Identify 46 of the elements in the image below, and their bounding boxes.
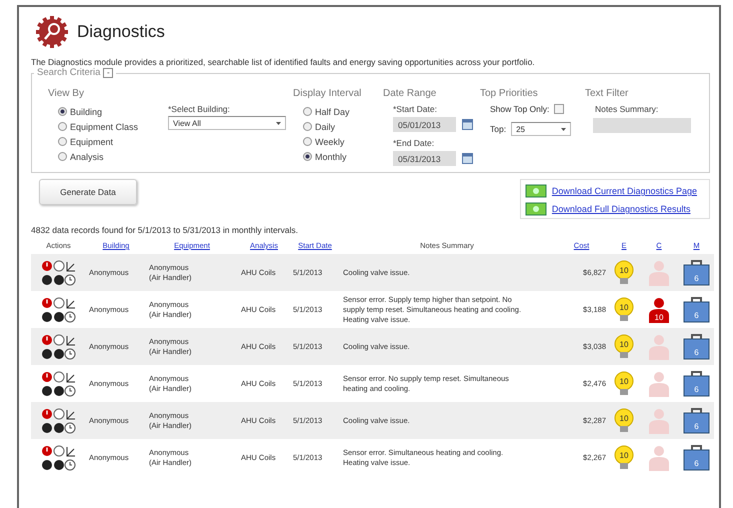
action-icons-drawing[interactable] <box>40 370 76 398</box>
money-icon <box>524 184 547 198</box>
date-field[interactable]: 05/31/2013 <box>393 151 456 166</box>
calendar-icon[interactable] <box>462 153 473 164</box>
download-link[interactable]: Download Full Diagnostics Results <box>552 204 690 214</box>
page-title: Diagnostics <box>77 22 165 42</box>
section-heading: View By <box>48 88 85 99</box>
panel-legend: Search Criteria <box>37 67 100 78</box>
field-label: Show Top Only: <box>490 104 550 114</box>
section-heading: Date Range <box>383 88 438 99</box>
generate-button[interactable]: Generate Data <box>39 179 137 205</box>
field-label: *Start Date: <box>393 104 438 114</box>
gear-magnifier-icon <box>35 15 69 49</box>
calendar-icon[interactable] <box>462 119 473 130</box>
action-icons-drawing[interactable] <box>40 406 76 434</box>
action-icons-drawing[interactable] <box>40 444 76 472</box>
field-label: Top: <box>490 124 506 134</box>
notes-filter-field[interactable] <box>593 118 691 133</box>
radio-option[interactable]: Monthly <box>303 149 383 164</box>
checkbox[interactable] <box>554 104 564 114</box>
money-icon <box>524 202 547 216</box>
field-label: *End Date: <box>393 138 436 148</box>
field-label: Notes Summary: <box>595 104 660 114</box>
download-link[interactable]: Download Current Diagnostics Page <box>552 186 697 196</box>
radio-option[interactable]: Analysis <box>58 149 158 164</box>
top-select[interactable]: 25 <box>511 122 572 136</box>
date-field[interactable]: 05/01/2013 <box>393 117 456 132</box>
building-select[interactable]: View All <box>168 116 286 130</box>
caret-icon <box>561 128 566 130</box>
field-label: *Select Building: <box>168 104 231 114</box>
radio-option[interactable]: Equipment Class <box>58 119 158 134</box>
action-icons-drawing[interactable] <box>40 258 76 286</box>
radio-option[interactable]: Building <box>58 104 158 119</box>
section-heading: Text Filter <box>585 88 630 99</box>
action-icons-drawing[interactable] <box>40 296 76 324</box>
radio-option[interactable]: Equipment <box>58 134 158 149</box>
caret-icon <box>276 122 281 124</box>
radio-option[interactable]: Weekly <box>303 134 383 149</box>
page-description: The Diagnostics module provides a prioritized, searchable list of identified faults and energy saving opportunities across your portfolio. <box>31 57 536 67</box>
section-heading: Top Priorities <box>480 88 539 99</box>
collapse-button[interactable]: - <box>103 68 114 78</box>
radio-option[interactable]: Half Day <box>303 104 383 119</box>
section-heading: Display Interval <box>293 88 362 99</box>
radio-option[interactable]: Daily <box>303 119 383 134</box>
action-icons-drawing[interactable] <box>40 332 76 360</box>
records-summary: 4832 data records found for 5/1/2013 to 5/31/2013 in monthly intervals. <box>31 225 299 235</box>
